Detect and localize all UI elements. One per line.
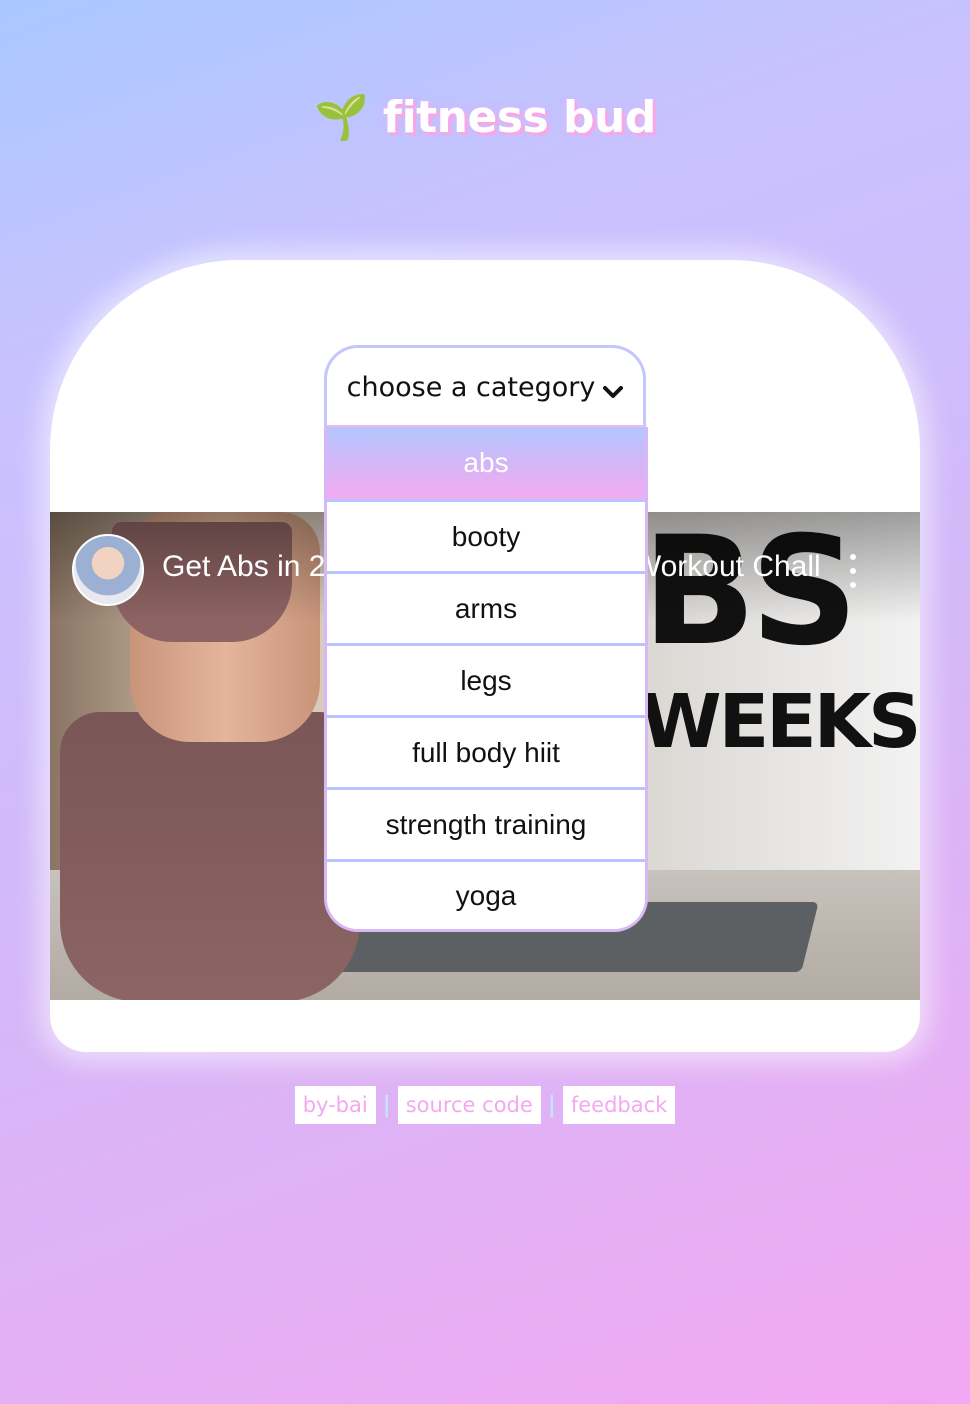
category-dropdown[interactable]: choose a category abs booty arms legs fu… (324, 345, 648, 932)
category-options-list: abs booty arms legs full body hiit stren… (324, 427, 648, 932)
category-option-booty[interactable]: booty (327, 499, 645, 571)
footer-separator: | (547, 1092, 556, 1118)
footer-links: by-bai | source code | feedback (0, 1086, 970, 1124)
footer-separator: | (382, 1092, 391, 1118)
category-option-strength-training[interactable]: strength training (327, 787, 645, 859)
video-thumbnail-subheading: WEEKS! (640, 679, 920, 765)
app-title: fitness bud (382, 92, 656, 143)
category-option-arms[interactable]: arms (327, 571, 645, 643)
more-options-icon[interactable] (846, 554, 860, 588)
video-thumbnail-figure (60, 712, 360, 1000)
category-select-label: choose a category (346, 372, 596, 403)
category-option-yoga[interactable]: yoga (327, 859, 645, 929)
feedback-link[interactable]: feedback (562, 1086, 676, 1124)
author-link[interactable]: by-bai (294, 1086, 376, 1124)
app-header: 🌱 fitness bud (0, 92, 970, 143)
category-select[interactable]: choose a category (324, 345, 646, 427)
source-code-link[interactable]: source code (397, 1086, 541, 1124)
category-option-full-body-hiit[interactable]: full body hiit (327, 715, 645, 787)
sprout-icon: 🌱 (314, 91, 369, 143)
chevron-down-icon (603, 385, 624, 398)
category-option-legs[interactable]: legs (327, 643, 645, 715)
category-option-abs[interactable]: abs (327, 427, 645, 499)
channel-avatar[interactable] (72, 534, 144, 606)
